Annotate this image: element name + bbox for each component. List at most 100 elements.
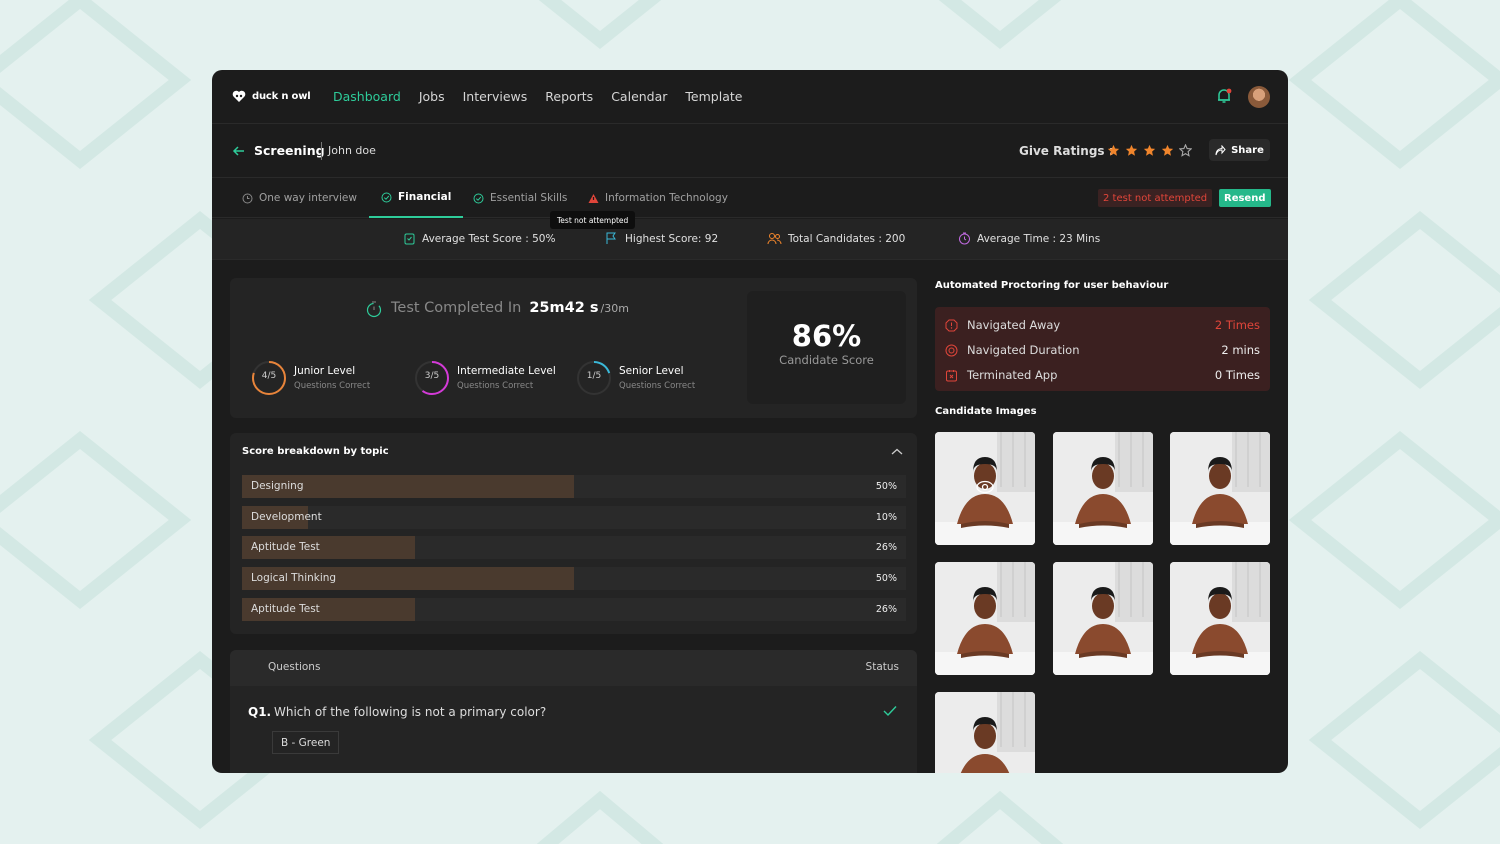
topic-label: Designing: [251, 480, 304, 492]
completed-time-value: 25m42 s: [529, 300, 599, 316]
candidate-image[interactable]: [935, 432, 1035, 545]
topic-bar: Logical Thinking 50%: [242, 567, 906, 591]
star-filled-icon[interactable]: [1107, 144, 1120, 157]
stat-label: Average Test Score : 50%: [422, 232, 556, 245]
topic-label: Development: [251, 510, 322, 523]
stat-label: Average Time : 23 Mins: [977, 232, 1101, 245]
topic-bar: Aptitude Test 26%: [242, 597, 906, 621]
share-icon: [1215, 144, 1226, 155]
nav-interviews[interactable]: Interviews: [463, 89, 528, 104]
nav-template[interactable]: Template: [685, 89, 742, 104]
test-summary-card: Test Completed In 25m42 s /30m 4/5 Junior…: [230, 278, 917, 418]
candidate-image[interactable]: [1170, 562, 1270, 675]
check-circle-icon: [473, 193, 484, 203]
stat-average-time: Average Time : 23 Mins: [958, 232, 1100, 245]
app-window: duck n owl Dashboard Jobs Interviews Rep…: [212, 70, 1288, 773]
stats-bar: Average Test Score : 50% Highest Score: …: [212, 219, 1288, 260]
question-answer: B - Green: [272, 731, 340, 754]
level-senior: 1/5 Senior Level Questions Correct: [575, 359, 695, 397]
star-filled-icon[interactable]: [1125, 144, 1138, 157]
tab-label: Essential Skills: [490, 192, 568, 204]
title-divider: [321, 142, 322, 160]
checkmark-icon: [883, 706, 897, 717]
topic-bar: Designing 50%: [242, 475, 906, 498]
proctor-row-terminated-app: Terminated App 0 Times: [945, 365, 1260, 385]
proctoring-title: Automated Proctoring for user behaviour: [935, 280, 1169, 291]
score-breakdown-card: Score breakdown by topic Designing 50% Dev…: [230, 433, 917, 634]
star-empty-icon[interactable]: [1179, 144, 1192, 157]
page-title: Screening: [254, 143, 325, 158]
topic-label: Aptitude Test: [251, 602, 320, 615]
star-filled-icon[interactable]: [1161, 144, 1174, 157]
stat-label: Total Candidates : 200: [788, 232, 906, 245]
candidate-score-box: 86% Candidate Score: [747, 291, 906, 404]
candidate-score-label: Candidate Score: [779, 353, 874, 367]
candidate-images-title: Candidate Images: [935, 406, 1037, 417]
chevron-up-icon[interactable]: [891, 447, 903, 457]
nav-jobs[interactable]: Jobs: [419, 89, 445, 104]
question-text: Which of the following is not a primary …: [274, 705, 547, 719]
questions-header: Questions Status: [230, 650, 917, 686]
question-number: Q1.: [248, 705, 272, 719]
proctor-label: Terminated App: [967, 368, 1058, 382]
candidate-image[interactable]: [1053, 432, 1153, 545]
proctor-label: Navigated Duration: [967, 343, 1080, 357]
proctor-value: 2 Times: [1214, 318, 1260, 332]
candidate-image[interactable]: [935, 692, 1035, 773]
nav-dashboard[interactable]: Dashboard: [333, 89, 401, 104]
topic-percent: 50%: [875, 573, 897, 585]
timer-icon: [959, 232, 970, 245]
candidate-image[interactable]: [935, 562, 1035, 675]
app-icon: [946, 369, 957, 381]
stopwatch-icon: [366, 301, 382, 318]
level-sub: Questions Correct: [619, 381, 696, 391]
target-icon: [945, 344, 958, 356]
completed-time: Test Completed In 25m42 s /30m: [365, 300, 629, 318]
level-name: Intermediate Level: [457, 365, 556, 377]
proctor-row-navigated-duration: Navigated Duration 2 mins: [945, 340, 1260, 360]
topic-label: Aptitude Test: [251, 541, 320, 554]
candidate-name: John doe: [328, 144, 376, 157]
star-filled-icon[interactable]: [1143, 144, 1156, 157]
level-fraction: 3/5: [424, 371, 440, 381]
nav-calendar[interactable]: Calendar: [611, 89, 667, 104]
resend-button[interactable]: Resend: [1219, 189, 1271, 207]
candidate-image[interactable]: [1053, 562, 1153, 675]
level-sub: Questions Correct: [457, 381, 534, 391]
eye-icon[interactable]: [976, 480, 994, 494]
back-arrow-icon[interactable]: [232, 144, 246, 158]
main-nav: Dashboard Jobs Interviews Reports Calend…: [333, 89, 742, 104]
level-name: Junior Level: [294, 365, 356, 377]
candidate-image[interactable]: [1170, 432, 1270, 545]
level-name: Senior Level: [619, 365, 684, 377]
tab-label: One way interview: [259, 192, 357, 204]
ratings-label: Give Ratings :: [1019, 144, 1114, 158]
logo[interactable]: duck n owl: [232, 89, 311, 103]
tab-financial[interactable]: Financial: [369, 178, 464, 218]
topic-label: Logical Thinking: [251, 572, 337, 585]
topic-percent: 10%: [875, 511, 897, 523]
proctor-label: Navigated Away: [967, 318, 1061, 332]
level-sub: Questions Correct: [294, 381, 371, 391]
clipboard-icon: [404, 233, 415, 245]
rating-stars[interactable]: [1107, 144, 1192, 157]
tab-label: Financial: [398, 191, 452, 203]
proctoring-box: Navigated Away 2 Times Navigated Duratio…: [935, 307, 1270, 391]
level-progress-ring: 1/5: [575, 359, 613, 397]
proctor-row-navigated-away: Navigated Away 2 Times: [945, 315, 1260, 335]
logo-text: duck n owl: [252, 90, 311, 102]
page-header: Screening John doe Give Ratings : Share: [212, 124, 1288, 178]
tab-one-way-interview[interactable]: One way interview: [242, 178, 357, 218]
top-navbar: duck n owl Dashboard Jobs Interviews Rep…: [212, 70, 1288, 124]
not-attempted-badge: 2 test not attempted: [1098, 189, 1213, 207]
test-tabs: One way interview Financial Essential Sk…: [212, 178, 1288, 218]
user-avatar[interactable]: [1248, 86, 1270, 108]
topic-bar: Aptitude Test 26%: [242, 536, 906, 560]
proctor-value: 0 Times: [1214, 368, 1260, 382]
level-intermediate: 3/5 Intermediate Level Questions Correct: [413, 359, 556, 397]
notification-bell-icon[interactable]: [1215, 87, 1233, 109]
stat-average-score: Average Test Score : 50%: [403, 232, 555, 245]
questions-column-header: Questions: [268, 661, 321, 673]
share-button[interactable]: Share: [1209, 139, 1270, 161]
nav-reports[interactable]: Reports: [545, 89, 593, 104]
